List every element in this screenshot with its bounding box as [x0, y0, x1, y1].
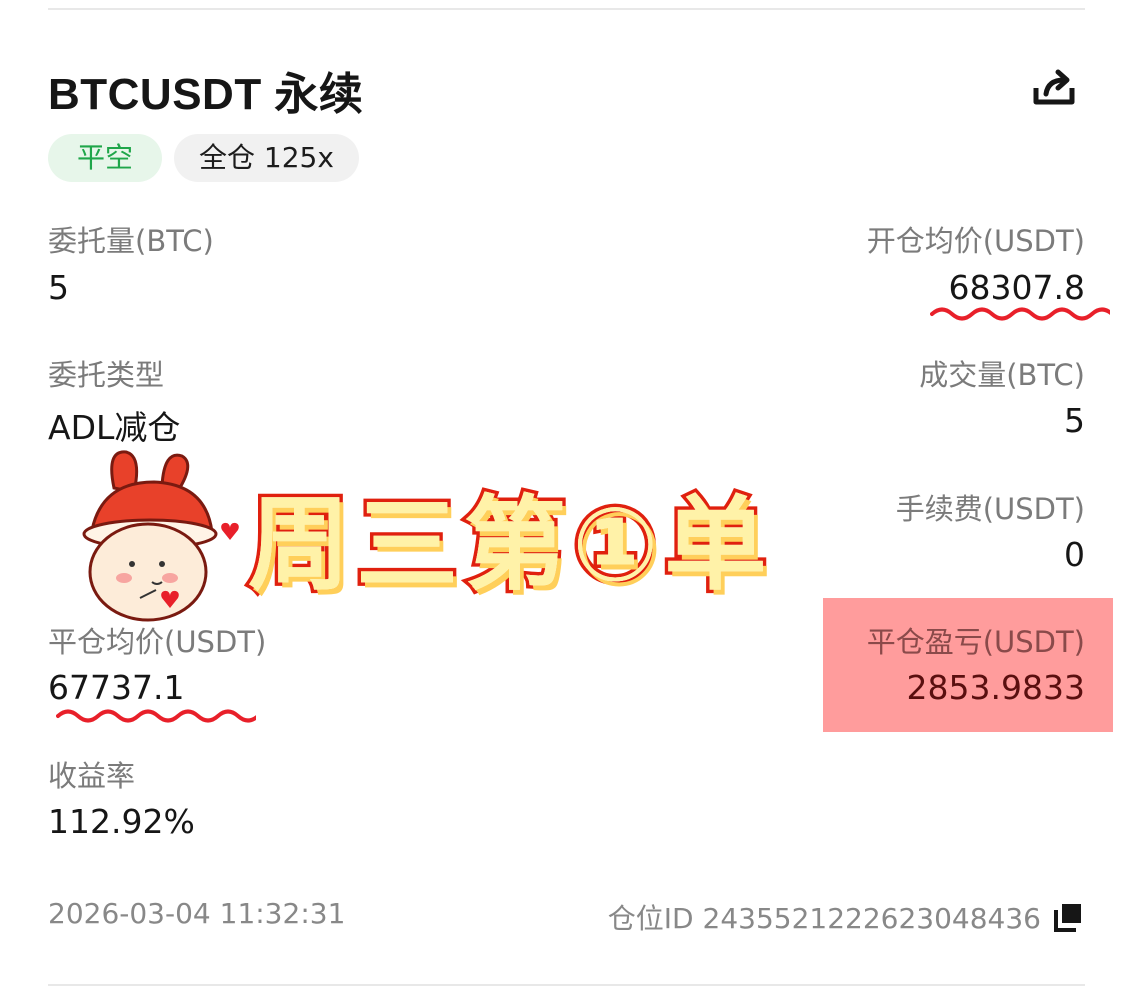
- order-qty-label: 委托量(BTC): [48, 224, 214, 258]
- order-type-label: 委托类型: [48, 358, 165, 392]
- open-price-label: 开仓均价(USDT): [866, 224, 1085, 258]
- close-price-value: 67737.1: [48, 668, 185, 707]
- roi-value: 112.92%: [48, 802, 195, 841]
- order-detail-card: BTCUSDT 永续 平空 全仓 125x 委托量(BTC) 5 开仓均价(US…: [0, 0, 1133, 994]
- pnl-label: 平仓盈亏(USDT): [866, 625, 1085, 659]
- fee-value: 0: [1064, 535, 1085, 574]
- top-divider: [48, 8, 1085, 10]
- contract-title: BTCUSDT 永续: [48, 70, 364, 119]
- order-timestamp: 2026-03-04 11:32:31: [48, 897, 346, 930]
- bottom-divider: [48, 984, 1085, 986]
- order-qty-value: 5: [48, 268, 69, 307]
- open-price-underline: [930, 307, 1110, 321]
- open-price-value: 68307.8: [948, 268, 1085, 307]
- order-type-value: ADL减仓: [48, 408, 181, 447]
- copy-icon[interactable]: [1053, 902, 1083, 932]
- pnl-highlight: 平仓盈亏(USDT) 2853.9833: [823, 598, 1113, 732]
- filled-qty-value: 5: [1064, 401, 1085, 440]
- position-id: 仓位ID 2435521222623048436: [607, 902, 1041, 935]
- margin-leverage-tag: 全仓 125x: [174, 134, 359, 182]
- bunny-mascot-sticker: [82, 450, 239, 622]
- filled-qty-label: 成交量(BTC): [919, 358, 1085, 392]
- share-icon[interactable]: [1030, 64, 1078, 112]
- sticker-text: 周三第①单: [244, 483, 773, 609]
- roi-label: 收益率: [48, 759, 136, 793]
- pnl-value: 2853.9833: [906, 668, 1085, 707]
- close-price-underline: [56, 709, 256, 723]
- fee-label: 手续费(USDT): [895, 492, 1085, 526]
- close-short-tag: 平空: [48, 134, 162, 182]
